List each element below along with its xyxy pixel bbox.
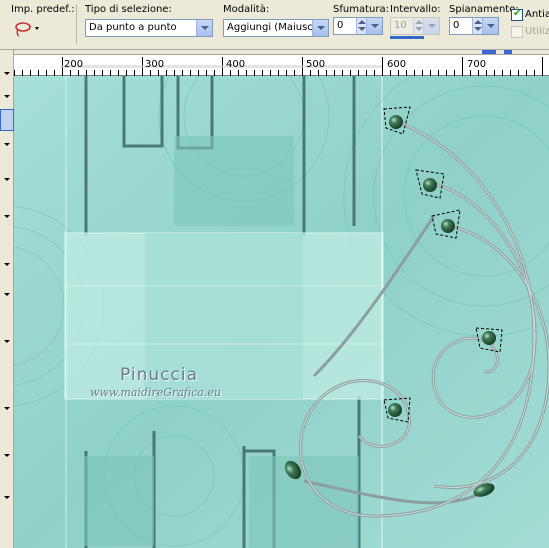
ruler-label: 700 bbox=[467, 59, 487, 70]
mode-value: Aggiungi (Maiusc) bbox=[227, 22, 317, 33]
range-value: 10 bbox=[394, 20, 407, 31]
mode-dropdown[interactable]: Aggiungi (Maiusc) bbox=[223, 19, 329, 37]
expand-arrow-icon[interactable] bbox=[4, 143, 10, 146]
expand-arrow-icon[interactable] bbox=[4, 72, 10, 75]
selection-type-dropdown[interactable]: Da punto a punto bbox=[85, 19, 213, 37]
spin-arrows-icon bbox=[413, 18, 423, 34]
use-all-layers-checkbox bbox=[511, 26, 523, 38]
preset-label: Imp. predef.: bbox=[11, 4, 75, 15]
chevron-down-icon[interactable] bbox=[312, 20, 328, 36]
range-label: Intervallo: bbox=[390, 4, 441, 15]
selection-tool-button[interactable] bbox=[0, 109, 14, 131]
selection-type-label: Tipo di selezione: bbox=[85, 4, 172, 15]
preset-picker[interactable] bbox=[13, 20, 43, 38]
expand-arrow-icon[interactable] bbox=[4, 95, 10, 98]
ruler-label: 200 bbox=[64, 59, 84, 70]
ruler-label: 400 bbox=[226, 59, 246, 70]
lasso-icon bbox=[15, 22, 39, 37]
expand-arrow-icon[interactable] bbox=[4, 293, 10, 296]
ruler-label: 600 bbox=[387, 59, 407, 70]
mode-label: Modalità: bbox=[223, 4, 270, 15]
expand-arrow-icon[interactable] bbox=[4, 340, 10, 343]
watermark-url: www.maidireGrafica.eu bbox=[90, 386, 222, 399]
chevron-down-icon[interactable] bbox=[482, 18, 498, 34]
smoothing-label: Spianamento: bbox=[449, 4, 519, 15]
range-spinner: 10 bbox=[390, 17, 440, 35]
ruler-label: 500 bbox=[306, 59, 326, 70]
ruler-label: 300 bbox=[145, 59, 165, 70]
expand-arrow-icon[interactable] bbox=[4, 263, 10, 266]
feather-value[interactable]: 0 bbox=[337, 20, 343, 31]
expand-arrow-icon[interactable] bbox=[4, 407, 10, 410]
chevron-down-icon[interactable] bbox=[196, 20, 212, 36]
spin-arrows-icon[interactable] bbox=[472, 18, 482, 34]
feather-label: Sfumatura: bbox=[333, 4, 389, 15]
chevron-down-icon bbox=[423, 18, 439, 34]
expand-arrow-icon[interactable] bbox=[4, 496, 10, 499]
smoothing-value[interactable]: 0 bbox=[453, 20, 459, 31]
selection-type-value: Da punto a punto bbox=[89, 22, 177, 33]
spin-arrows-icon[interactable] bbox=[356, 18, 366, 34]
feather-spinner[interactable]: 0 bbox=[333, 17, 383, 35]
chevron-down-icon[interactable] bbox=[366, 18, 382, 34]
separator bbox=[76, 4, 77, 44]
image-canvas[interactable]: Pinuccia www.maidireGrafica.eu bbox=[14, 76, 549, 548]
artwork bbox=[14, 76, 549, 548]
expand-arrow-icon[interactable] bbox=[4, 454, 10, 457]
watermark-title: Pinuccia bbox=[120, 365, 198, 385]
tool-options-bar: Imp. predef.: Tipo di selezione: Da punt… bbox=[0, 0, 549, 50]
range-slider-track bbox=[390, 36, 424, 39]
tool-palette bbox=[0, 50, 14, 548]
use-all-layers-label: Utilizz bbox=[525, 26, 549, 37]
smoothing-spinner[interactable]: 0 bbox=[449, 17, 499, 35]
antialias-label: Antial bbox=[525, 9, 549, 20]
expand-arrow-icon[interactable] bbox=[4, 215, 10, 218]
horizontal-ruler: 200 300 400 500 600 700 bbox=[14, 54, 549, 76]
antialias-checkbox[interactable] bbox=[511, 8, 523, 21]
expand-arrow-icon[interactable] bbox=[4, 178, 10, 181]
